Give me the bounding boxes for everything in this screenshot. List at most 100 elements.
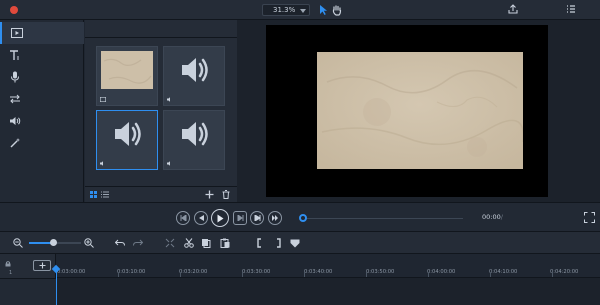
nav-item-audio[interactable] [0,110,84,132]
cut-icon[interactable] [182,236,196,250]
nav-item-voiceover[interactable] [0,66,84,88]
step-forward-icon [254,215,261,221]
plus-icon [39,262,45,269]
step-back-icon [198,215,204,221]
split-icon[interactable] [163,236,177,250]
zoom-in-icon[interactable] [82,236,96,250]
tick-mark [552,272,553,277]
speaker-icon [182,58,208,82]
playback-progress-track[interactable] [303,218,463,219]
add-icon[interactable] [205,190,214,199]
stop-button[interactable] [233,211,247,225]
title-bar: 31.3% [0,0,600,20]
left-navigation [0,20,84,202]
media-panel-title [85,20,237,38]
preview-canvas[interactable] [266,25,548,197]
tick-label: 0:04:10:00 [489,269,518,275]
list-view-icon[interactable] [101,191,109,198]
skip-back-icon [180,215,186,221]
jump-end-icon [271,215,278,221]
properties-button[interactable] [566,4,579,14]
zoom-slider-handle[interactable] [50,239,57,246]
play-icon [217,214,224,222]
tick-mark [366,272,367,277]
grid-view-icon[interactable] [90,191,97,198]
nav-item-effects[interactable] [0,132,84,154]
step-back-button[interactable] [194,211,208,225]
redo-icon[interactable] [131,236,145,250]
timeline-track[interactable] [56,278,600,305]
audio-small-icon [100,160,103,166]
marker-icon[interactable] [288,236,302,250]
playback-controls: 00:00/ [0,202,600,232]
undo-icon[interactable] [113,236,127,250]
tick-mark [428,272,429,277]
track-number: 1 [9,270,13,276]
tick-label: 0:03:30:00 [242,269,271,275]
tick-label: 0:04:00:00 [427,269,456,275]
playhead-line[interactable] [56,270,57,305]
tick-label: 0:03:20:00 [179,269,208,275]
lock-icon[interactable] [5,261,11,267]
image-icon [100,96,106,102]
paste-icon[interactable] [218,236,232,250]
tick-label: 0:03:40:00 [304,269,333,275]
set-in-point-icon[interactable] [253,236,267,250]
nav-item-transitions[interactable] [0,88,84,110]
trash-icon[interactable] [222,190,230,199]
set-out-point-icon[interactable] [271,236,285,250]
media-item-audio[interactable] [163,110,225,170]
transition-icon [8,92,22,106]
nav-item-media[interactable] [0,22,84,44]
media-item-image[interactable] [96,46,158,106]
text-icon [8,48,22,62]
list-icon [567,5,575,13]
zoom-value: 31.3% [273,6,296,14]
add-track-button[interactable] [33,260,51,271]
hand-tool-icon[interactable] [330,3,344,17]
tick-mark [180,272,181,277]
audio-small-icon [167,96,170,102]
chevron-down-icon [300,9,306,13]
play-button[interactable] [211,209,229,227]
zoom-select[interactable]: 31.3% [262,4,310,16]
prev-frame-button[interactable] [176,211,190,225]
next-frame-button[interactable] [250,211,264,225]
end-button[interactable] [268,211,282,225]
media-panel-footer [85,186,237,202]
fullscreen-icon[interactable] [584,212,595,223]
speaker-icon [115,122,141,146]
zoom-out-icon[interactable] [11,236,25,250]
effects-icon [8,136,22,150]
media-library-panel [85,20,237,202]
time-ruler[interactable]: 0:03:00:00 0:03:10:00 0:03:20:00 0:03:30… [56,254,600,278]
tick-mark [118,272,119,277]
time-separator: / [500,213,503,221]
microphone-icon [8,70,22,84]
tick-mark [242,272,243,277]
tick-mark [490,272,491,277]
media-item-audio[interactable] [96,110,158,170]
export-button[interactable] [508,4,521,14]
nav-item-text[interactable] [0,44,84,66]
pointer-tool-icon[interactable] [316,3,330,17]
canvas-image[interactable] [317,52,523,169]
track-header[interactable]: 1 [0,270,56,305]
playback-progress-handle[interactable] [299,214,307,222]
copy-icon[interactable] [199,236,213,250]
audio-small-icon [167,160,170,166]
timeline: 1 0:03:00:00 0:03:10:00 0:03:20:00 0:03:… [0,254,600,305]
tick-label: 0:03:10:00 [117,269,146,275]
tick-mark [304,272,305,277]
media-icon [10,26,24,40]
audio-icon [8,114,22,128]
export-icon [508,4,518,14]
current-time: 00:00 [482,213,501,221]
timecode: 00:00/ [482,213,503,221]
tick-label: 0:03:00:00 [57,269,86,275]
record-icon[interactable] [10,6,18,14]
tick-label: 0:04:20:00 [550,269,579,275]
media-item-audio[interactable] [163,46,225,106]
skip-forward-icon [237,215,243,221]
timeline-toolbar [0,232,600,254]
